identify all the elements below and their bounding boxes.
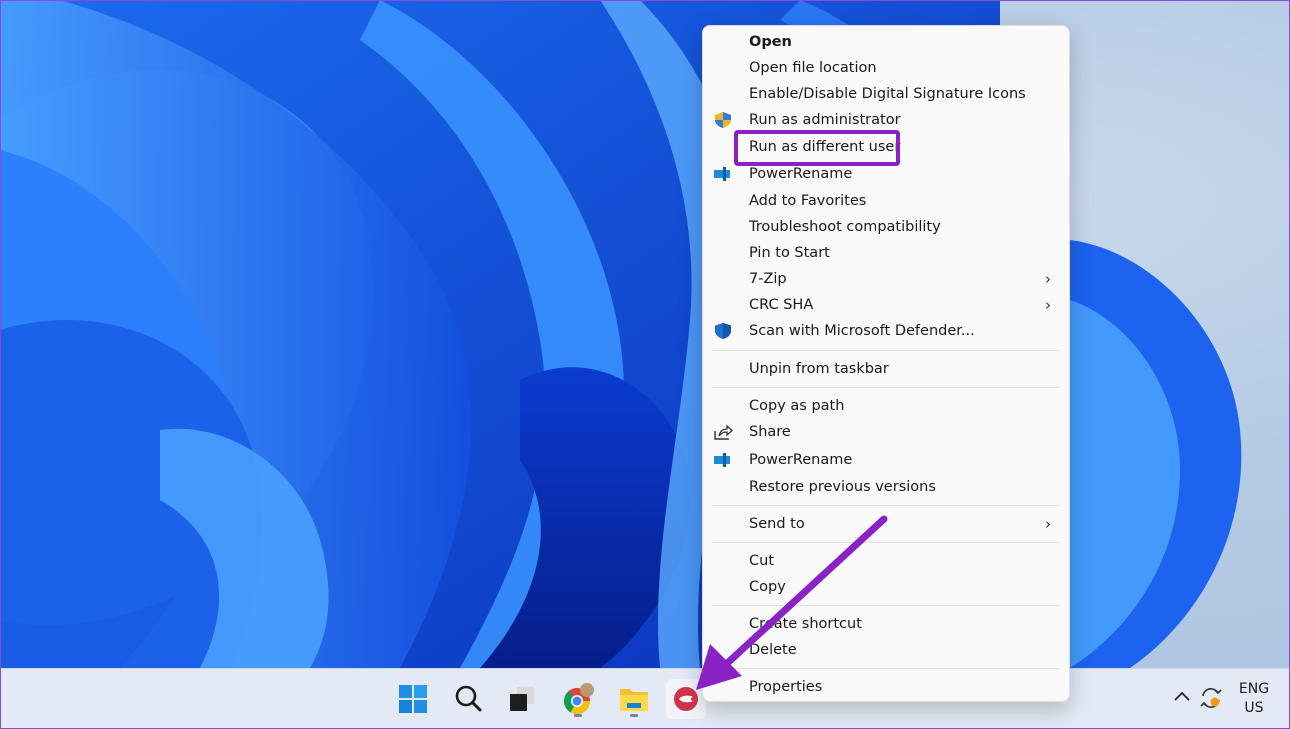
menu-item-7zip[interactable]: 7-Zip › bbox=[707, 266, 1065, 292]
share-icon bbox=[714, 424, 733, 440]
menu-separator bbox=[712, 668, 1060, 669]
menu-item-delete[interactable]: Delete bbox=[707, 637, 1065, 663]
menu-item-label: Restore previous versions bbox=[749, 479, 936, 495]
search-icon bbox=[455, 685, 482, 712]
app-button-active[interactable] bbox=[666, 679, 706, 719]
context-menu: Open Open file location Enable/Disable D… bbox=[702, 25, 1070, 702]
menu-item-properties[interactable]: Properties bbox=[707, 674, 1065, 700]
menu-item-label: Pin to Start bbox=[749, 245, 830, 261]
submenu-chevron-icon: › bbox=[1045, 296, 1051, 314]
menu-item-scan-defender[interactable]: Scan with Microsoft Defender... bbox=[707, 318, 1065, 344]
menu-item-label: Delete bbox=[749, 642, 797, 658]
submenu-chevron-icon: › bbox=[1045, 270, 1051, 288]
menu-item-label: Open file location bbox=[749, 60, 877, 76]
highlight-box-run-as-different-user bbox=[734, 130, 900, 166]
app-red-icon bbox=[674, 687, 698, 711]
menu-separator bbox=[712, 387, 1060, 388]
uac-shield-icon bbox=[715, 112, 731, 128]
menu-item-label: Send to bbox=[749, 516, 805, 532]
powerrename-icon bbox=[714, 453, 730, 467]
menu-item-cut[interactable]: Cut bbox=[707, 548, 1065, 574]
menu-item-label: Unpin from taskbar bbox=[749, 361, 889, 377]
menu-item-create-shortcut[interactable]: Create shortcut bbox=[707, 611, 1065, 637]
menu-item-unpin-from-taskbar[interactable]: Unpin from taskbar bbox=[707, 356, 1065, 382]
profile-avatar bbox=[580, 683, 594, 697]
menu-item-label: Copy bbox=[749, 579, 786, 595]
folder-icon bbox=[620, 689, 648, 711]
task-view-button[interactable] bbox=[502, 679, 542, 719]
menu-item-copy[interactable]: Copy bbox=[707, 574, 1065, 600]
menu-item-label: 7-Zip bbox=[749, 271, 787, 287]
menu-item-label: Create shortcut bbox=[749, 616, 862, 632]
defender-shield-icon bbox=[715, 323, 731, 339]
running-indicator bbox=[574, 714, 582, 717]
running-indicator bbox=[630, 714, 638, 717]
menu-item-label: Add to Favorites bbox=[749, 193, 867, 209]
menu-separator bbox=[712, 350, 1060, 351]
menu-item-label: PowerRename bbox=[749, 452, 853, 468]
start-button[interactable] bbox=[393, 679, 433, 719]
menu-item-restore-previous-versions[interactable]: Restore previous versions bbox=[707, 474, 1065, 500]
file-explorer-button[interactable] bbox=[614, 679, 654, 719]
menu-item-label: Copy as path bbox=[749, 398, 845, 414]
menu-item-troubleshoot-compatibility[interactable]: Troubleshoot compatibility bbox=[707, 214, 1065, 240]
menu-item-open[interactable]: Open bbox=[707, 29, 1065, 55]
menu-item-powerrename-2[interactable]: PowerRename bbox=[707, 447, 1065, 473]
menu-item-label: Scan with Microsoft Defender... bbox=[749, 323, 975, 339]
taskbar: ENG US bbox=[0, 668, 1290, 729]
show-hidden-icons-button[interactable] bbox=[1172, 687, 1192, 707]
menu-item-digital-signature-icons[interactable]: Enable/Disable Digital Signature Icons bbox=[707, 81, 1065, 107]
menu-item-open-file-location[interactable]: Open file location bbox=[707, 55, 1065, 81]
menu-item-label: Open bbox=[749, 34, 792, 50]
menu-item-label: Properties bbox=[749, 679, 823, 695]
language-code: ENG bbox=[1238, 681, 1270, 697]
menu-separator bbox=[712, 605, 1060, 606]
menu-separator bbox=[712, 542, 1060, 543]
search-button[interactable] bbox=[448, 679, 488, 719]
desktop-wallpaper bbox=[0, 0, 1290, 668]
menu-item-label: CRC SHA bbox=[749, 297, 814, 313]
chrome-button[interactable] bbox=[558, 679, 598, 719]
menu-item-send-to[interactable]: Send to › bbox=[707, 511, 1065, 537]
menu-item-copy-as-path[interactable]: Copy as path bbox=[707, 393, 1065, 419]
menu-item-label: Troubleshoot compatibility bbox=[749, 219, 941, 235]
windows-logo-icon bbox=[399, 685, 427, 713]
task-view-icon bbox=[510, 687, 534, 711]
menu-item-pin-to-start[interactable]: Pin to Start bbox=[707, 240, 1065, 266]
menu-item-label: Cut bbox=[749, 553, 774, 569]
menu-item-label: Share bbox=[749, 424, 791, 440]
menu-item-crc-sha[interactable]: CRC SHA › bbox=[707, 292, 1065, 318]
menu-item-label: Run as administrator bbox=[749, 112, 901, 128]
menu-item-add-to-favorites[interactable]: Add to Favorites bbox=[707, 188, 1065, 214]
submenu-chevron-icon: › bbox=[1045, 515, 1051, 533]
bloom-wallpaper-art bbox=[0, 0, 1242, 668]
powerrename-icon bbox=[714, 167, 730, 181]
menu-item-label: PowerRename bbox=[749, 166, 853, 182]
sync-icon[interactable] bbox=[1198, 685, 1224, 711]
menu-item-share[interactable]: Share bbox=[707, 419, 1065, 445]
menu-separator bbox=[712, 505, 1060, 506]
chrome-icon bbox=[563, 683, 594, 715]
language-indicator[interactable]: ENG US bbox=[1236, 680, 1272, 718]
region-code: US bbox=[1244, 700, 1264, 716]
menu-item-label: Enable/Disable Digital Signature Icons bbox=[749, 86, 1026, 102]
